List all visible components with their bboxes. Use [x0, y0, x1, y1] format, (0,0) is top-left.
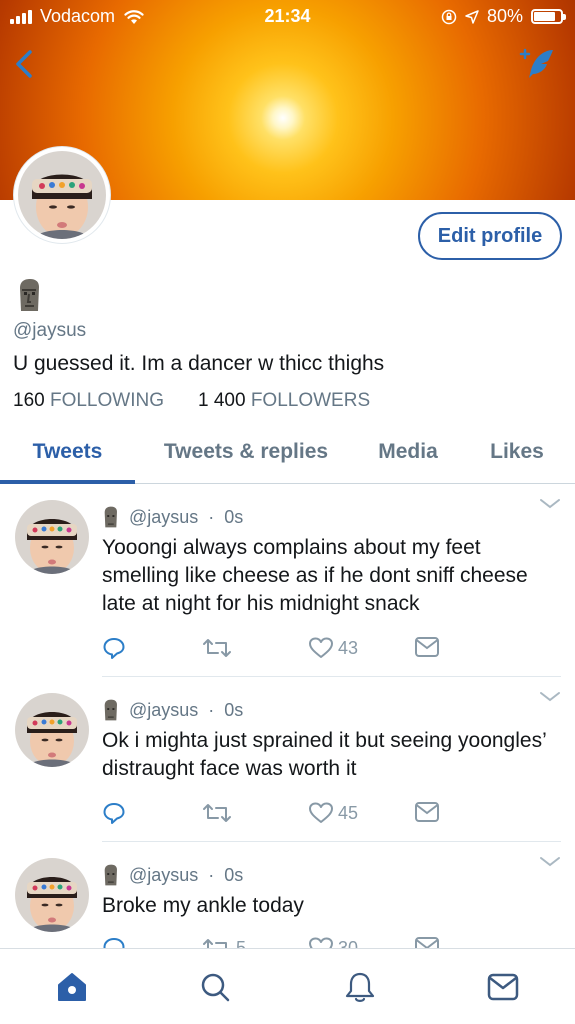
retweet-button[interactable]: 5 [202, 936, 246, 948]
like-count: 43 [338, 637, 359, 658]
tweet-avatar[interactable] [15, 693, 89, 767]
profile-tabs: Tweets Tweets & replies Media Likes [0, 420, 575, 484]
rotation-lock-icon [441, 9, 457, 24]
followers-label: FOLLOWERS [250, 390, 371, 411]
envelope-icon [415, 802, 439, 822]
retweet-icon [203, 939, 227, 948]
search-icon [201, 973, 230, 1002]
profile-stats: 160 FOLLOWING 1 400 FOLLOWERS [13, 390, 370, 412]
retweet-icon [203, 639, 231, 657]
status-bar: Vodacom 21:34 80% [0, 0, 575, 34]
following-label: FOLLOWING [49, 390, 164, 411]
moai-icon [104, 506, 117, 528]
status-right: 80% [441, 6, 566, 27]
followers-stat[interactable]: 1 400 FOLLOWERS [198, 390, 370, 412]
reply-icon [103, 938, 125, 948]
battery-icon [531, 9, 566, 24]
retweet-button[interactable] [202, 801, 236, 825]
tab-tweets[interactable]: Tweets [0, 420, 135, 484]
reply-icon [103, 803, 125, 824]
battery-fill [534, 12, 555, 21]
tweet-handle: @jaysus [129, 699, 199, 720]
reply-button[interactable] [102, 936, 126, 948]
like-button[interactable]: 30 [308, 936, 358, 948]
tweet-avatar[interactable] [15, 858, 89, 932]
tweet-text: Yooongi always complains about my feet s… [102, 536, 528, 615]
tab-likes[interactable]: Likes [459, 420, 575, 483]
envelope-icon [415, 637, 439, 657]
like-button[interactable]: 43 [308, 636, 358, 660]
retweet-count: 5 [236, 937, 247, 949]
nav-home-button[interactable] [52, 967, 92, 1007]
dot-separator: · [208, 864, 215, 885]
tab-tweets-replies[interactable]: Tweets & replies [135, 420, 357, 483]
like-count: 45 [338, 802, 359, 823]
dot-separator: · [208, 699, 215, 720]
edit-profile-button[interactable]: Edit profile [418, 212, 562, 260]
heart-icon [309, 937, 333, 948]
back-button[interactable] [8, 44, 42, 84]
heart-icon [309, 802, 333, 823]
tweet-header: @jaysus · 0s [102, 506, 243, 528]
tweet-handle: @jaysus [129, 864, 199, 885]
reply-icon [103, 638, 125, 659]
tweet-text: Ok i mighta just sprained it but seeing … [102, 729, 546, 780]
dm-share-button[interactable] [414, 636, 440, 658]
nav-messages-button[interactable] [483, 967, 523, 1007]
nav-search-button[interactable] [195, 967, 235, 1007]
following-count: 160 [13, 390, 45, 411]
tweet-actions: 45 [102, 801, 462, 829]
tweet-item[interactable]: @jaysus · 0s Broke my ankle today 5 30 [0, 842, 575, 948]
tweet-time: 0s [224, 699, 244, 720]
dot-separator: · [208, 506, 215, 527]
retweet-button[interactable] [202, 636, 236, 660]
moai-icon [104, 864, 117, 886]
tweet-time: 0s [224, 506, 244, 527]
following-stat[interactable]: 160 FOLLOWING [13, 390, 164, 412]
reply-button[interactable] [102, 801, 126, 825]
compose-tweet-button[interactable] [517, 44, 557, 84]
profile-handle: @jaysus [13, 320, 87, 341]
moai-icon [104, 699, 117, 721]
tweet-header: @jaysus · 0s [102, 699, 243, 721]
tweet-time: 0s [224, 864, 244, 885]
chevron-down-icon[interactable] [539, 691, 561, 703]
tab-media[interactable]: Media [357, 420, 459, 483]
notifications-icon [345, 972, 375, 1002]
tweet-header: @jaysus · 0s [102, 864, 243, 886]
tweet-avatar[interactable] [15, 500, 89, 574]
profile-bio: U guessed it. Im a dancer w thicc thighs [13, 352, 385, 375]
followers-count: 1 400 [198, 390, 246, 411]
nav-notifications-button[interactable] [340, 967, 380, 1007]
dm-share-button[interactable] [414, 801, 440, 823]
messages-icon [487, 973, 519, 1001]
like-count: 30 [338, 937, 359, 949]
chevron-down-icon[interactable] [539, 856, 561, 868]
like-button[interactable]: 45 [308, 801, 358, 825]
envelope-icon [415, 937, 439, 948]
battery-percent: 80% [486, 6, 523, 26]
tweet-item[interactable]: @jaysus · 0s Yooongi always complains ab… [0, 484, 575, 677]
tweet-item[interactable]: @jaysus · 0s Ok i mighta just sprained i… [0, 677, 575, 842]
heart-icon [309, 637, 333, 658]
chevron-down-icon[interactable] [539, 498, 561, 510]
tweet-actions: 5 30 [102, 936, 462, 948]
moai-icon [16, 278, 42, 312]
compose-feather-icon [519, 48, 553, 78]
tweet-actions: 43 [102, 636, 462, 664]
chevron-left-icon [16, 50, 32, 78]
retweet-icon [203, 804, 231, 822]
avatar-image [18, 151, 106, 239]
location-icon [465, 9, 479, 24]
reply-button[interactable] [102, 636, 126, 660]
tweet-handle: @jaysus [129, 506, 199, 527]
dm-share-button[interactable] [414, 936, 440, 948]
bottom-nav [0, 948, 575, 1024]
home-icon [58, 973, 86, 1001]
tweet-text: Broke my ankle today [102, 894, 304, 917]
profile-avatar[interactable] [13, 146, 111, 244]
